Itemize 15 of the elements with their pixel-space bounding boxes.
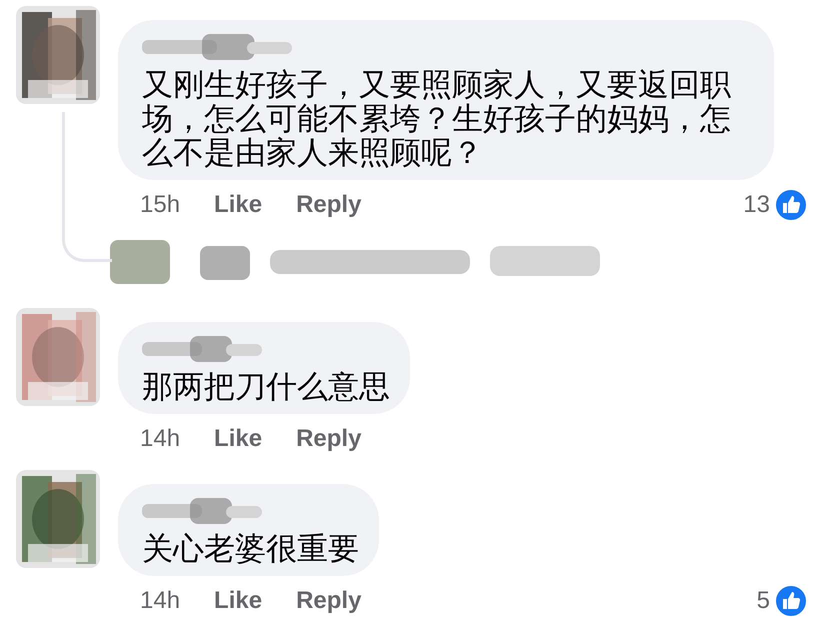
comment-text: 那两把刀什么意思 (142, 370, 390, 404)
reply-link[interactable]: Reply (296, 421, 362, 457)
reply-link[interactable]: Reply (296, 583, 362, 617)
reaction-count: 13 (743, 190, 770, 220)
comment-text: 关心老婆很重要 (142, 532, 359, 566)
comment-time: 15h (140, 190, 180, 220)
comment-time: 14h (140, 424, 180, 454)
like-reaction-icon (774, 188, 808, 222)
like-link[interactable]: Like (214, 583, 262, 617)
like-link[interactable]: Like (214, 421, 262, 457)
like-link[interactable]: Like (214, 187, 262, 223)
comment-time: 14h (140, 586, 180, 616)
reply-link[interactable]: Reply (296, 187, 362, 223)
comment-text: 又刚生好孩子，又要照顾家人，又要返回职场，怎么可能不累垮？生好孩子的妈妈，怎么不是由家人来照顾呢？ (142, 68, 732, 170)
reaction-count: 5 (756, 586, 770, 616)
